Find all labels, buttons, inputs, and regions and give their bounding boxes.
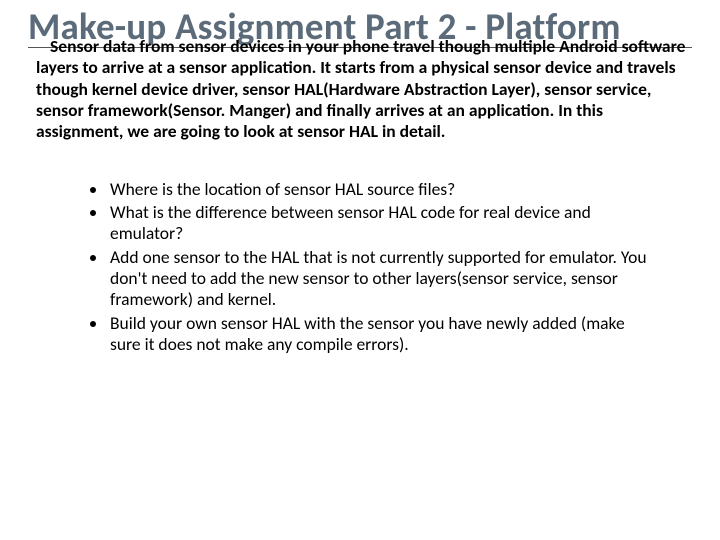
bullet-item: Add one sensor to the HAL that is not cu… [108,247,656,311]
bullet-list: Where is the location of sensor HAL sour… [28,179,692,356]
intro-paragraph: Sensor data from sensor devices in your … [28,36,692,143]
bullet-item: Build your own sensor HAL with the senso… [108,313,656,356]
bullet-item: Where is the location of sensor HAL sour… [108,179,656,200]
bullet-item: What is the difference between sensor HA… [108,202,656,245]
slide: Make-up Assignment Part 2 - Platform Sen… [0,0,720,540]
